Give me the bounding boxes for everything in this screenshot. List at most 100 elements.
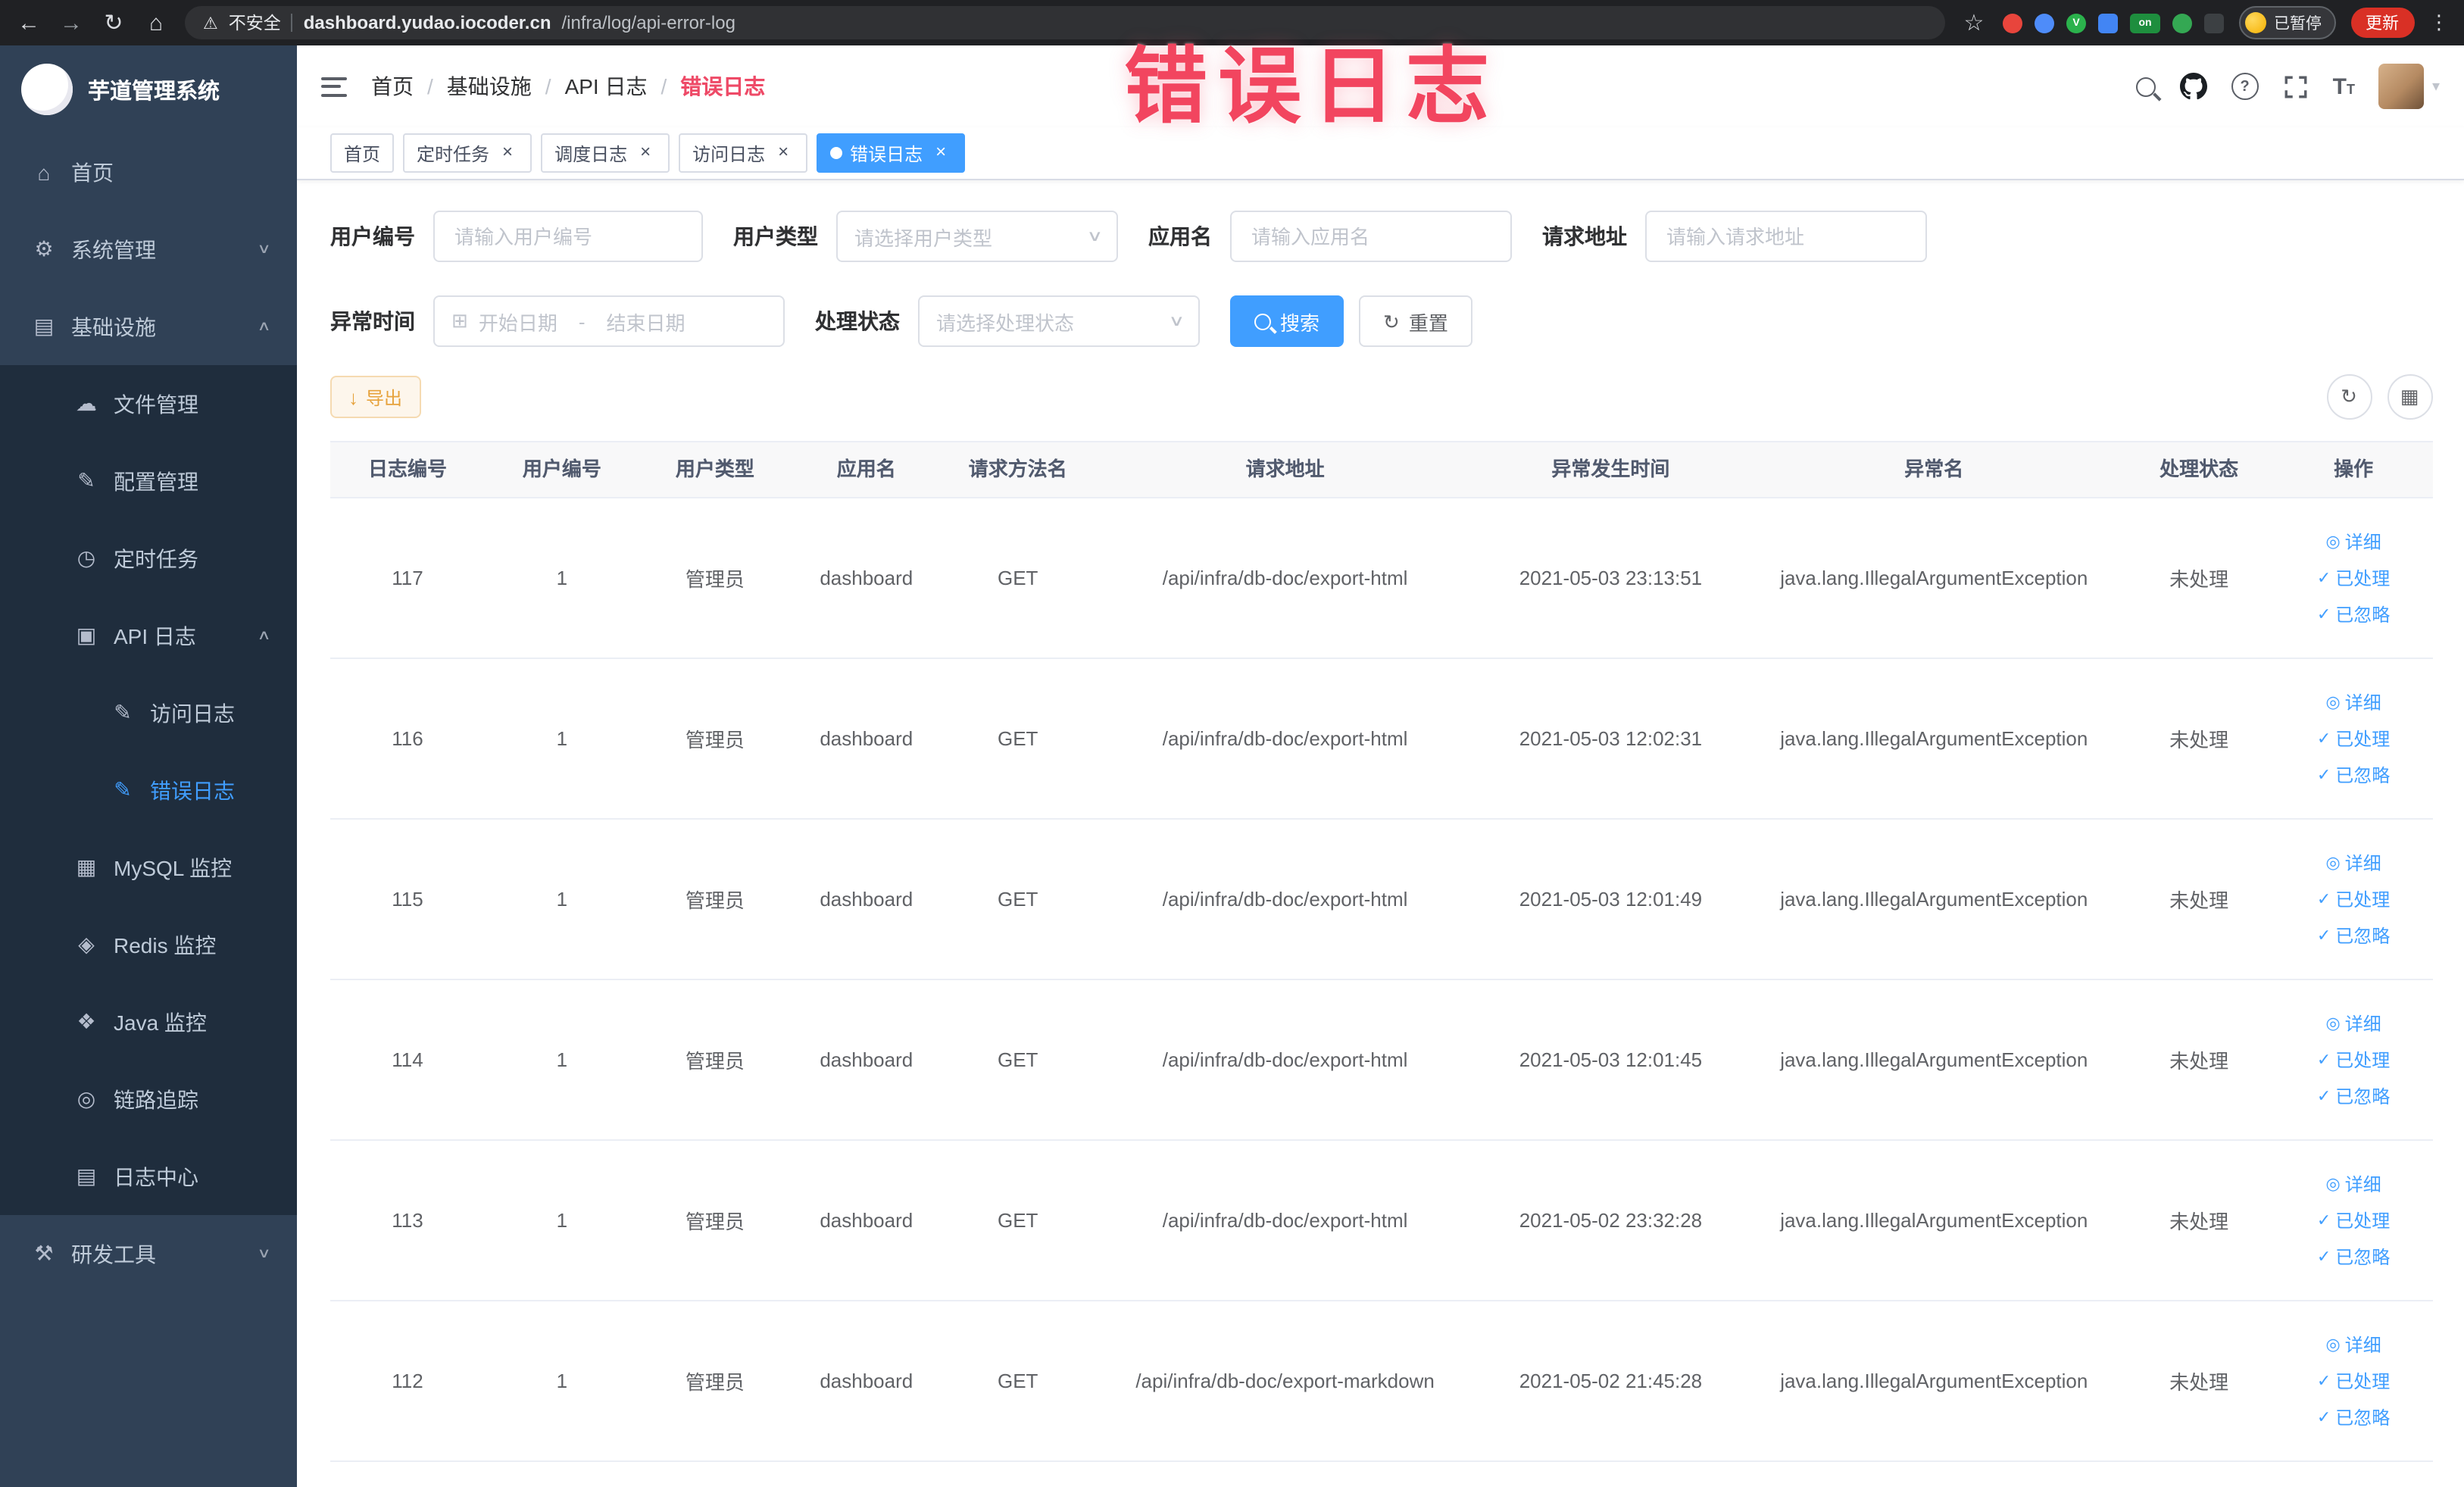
address-bar[interactable]: ⚠ 不安全 dashboard.yudao.iocoder.cn/infra/l… <box>185 6 1945 39</box>
profile-paused-badge[interactable]: 已暂停 <box>2239 6 2335 39</box>
breadcrumb-item[interactable]: 首页 <box>371 71 414 102</box>
action-processed[interactable]: ✓ 已处理 <box>2317 1043 2390 1076</box>
sidebar-item-scheduled-job[interactable]: ◷ 定时任务 <box>0 520 297 597</box>
forward-icon[interactable]: → <box>58 11 85 34</box>
date-range-picker[interactable]: ⊞ 开始日期 - 结束日期 <box>433 295 785 347</box>
fullscreen-icon[interactable] <box>2283 73 2309 99</box>
column-settings-button[interactable]: ▦ <box>2387 374 2432 420</box>
ext-puzzle-icon[interactable] <box>2204 13 2224 33</box>
tab-label: 定时任务 <box>417 143 490 164</box>
action-detail[interactable]: ◎ 详细 <box>2325 525 2381 558</box>
sidebar-item-label: 研发工具 <box>71 1242 156 1266</box>
breadcrumb-item[interactable]: API 日志 <box>565 71 648 102</box>
font-size-icon[interactable]: TT <box>2333 73 2355 99</box>
ext-on-badge-icon[interactable]: on <box>2130 13 2160 33</box>
user-type-select[interactable]: 请选择用户类型 ∨ <box>836 211 1118 262</box>
sidebar-item-label: API 日志 <box>114 623 196 648</box>
action-ignored[interactable]: ✓ 已忽略 <box>2317 1401 2390 1434</box>
tab-调度日志[interactable]: 调度日志 × <box>541 133 670 173</box>
request-url-input[interactable] <box>1663 223 1909 249</box>
tab-active-dot <box>830 147 843 159</box>
sidebar-item-system-mgmt[interactable]: ⚙ 系统管理 ∨ <box>0 211 297 288</box>
action-ignored[interactable]: ✓ 已忽略 <box>2317 758 2390 792</box>
action-ignored[interactable]: ✓ 已忽略 <box>2317 1079 2390 1113</box>
cell: dashboard <box>820 727 913 750</box>
range-separator: - <box>578 310 586 333</box>
user-menu[interactable]: ▾ <box>2378 64 2440 109</box>
close-tab-icon[interactable]: × <box>497 142 518 164</box>
sidebar-item-log-center[interactable]: ▤ 日志中心 <box>0 1138 297 1215</box>
github-icon[interactable] <box>2179 73 2207 100</box>
sidebar-item-infrastructure[interactable]: ▤ 基础设施 ∧ <box>0 288 297 365</box>
app-name-input[interactable] <box>1248 223 1494 249</box>
ext-blue-drop-icon[interactable] <box>2035 13 2054 33</box>
help-icon[interactable]: ? <box>2231 73 2259 100</box>
hamburger-icon[interactable] <box>321 77 347 96</box>
sidebar-item-link-trace[interactable]: ◎ 链路追踪 <box>0 1061 297 1138</box>
action-detail[interactable]: ◎ 详细 <box>2325 1167 2381 1201</box>
action-ignored[interactable]: ✓ 已忽略 <box>2317 598 2390 631</box>
browser-menu-icon[interactable]: ⋮ <box>2429 11 2449 35</box>
action-ignored[interactable]: ✓ 已忽略 <box>2317 919 2390 952</box>
filter-label: 请求地址 <box>1542 224 1627 248</box>
action-processed[interactable]: ✓ 已处理 <box>2317 722 2390 755</box>
action-detail[interactable]: ◎ 详细 <box>2325 686 2381 719</box>
tab-访问日志[interactable]: 访问日志 × <box>679 133 808 173</box>
back-icon[interactable]: ← <box>15 11 42 34</box>
breadcrumb-item[interactable]: 基础设施 <box>447 71 532 102</box>
table-row: 114 1 管理员 dashboard GET/api/infra/db-doc/exp… <box>330 980 2432 1141</box>
ext-green-v-icon[interactable]: V <box>2066 13 2086 33</box>
search-button[interactable]: 搜索 <box>1230 295 1344 347</box>
cell: 2021-05-03 12:01:45 <box>1519 1048 1703 1071</box>
reset-button[interactable]: ↻ 重置 <box>1359 295 1472 347</box>
sidebar-item-access-log[interactable]: ✎ 访问日志 <box>0 674 297 751</box>
refresh-button[interactable]: ↻ <box>2326 374 2372 420</box>
action-detail[interactable]: ◎ 详细 <box>2325 846 2381 879</box>
action-processed[interactable]: ✓ 已处理 <box>2317 1204 2390 1237</box>
cell: 管理员 <box>685 1050 745 1073</box>
close-tab-icon[interactable]: × <box>773 142 794 164</box>
sidebar-item-java-monitor[interactable]: ❖ Java 监控 <box>0 983 297 1061</box>
bookmark-star-icon[interactable]: ☆ <box>1960 11 1988 34</box>
action-processed[interactable]: ✓ 已处理 <box>2317 883 2390 916</box>
top-navbar: 首页 / 基础设施 / API 日志 / 错误日志 ? TT ▾ <box>297 45 2464 127</box>
action-detail[interactable]: ◎ 详细 <box>2325 1328 2381 1361</box>
sidebar-item-api-log[interactable]: ▣ API 日志 ∧ <box>0 597 297 674</box>
action-detail[interactable]: ◎ 详细 <box>2325 1007 2381 1040</box>
export-button[interactable]: ↓ 导出 <box>330 376 421 418</box>
action-processed[interactable]: ✓ 已处理 <box>2317 1364 2390 1398</box>
tab-首页[interactable]: 首页 <box>330 133 395 173</box>
sidebar-item-dev-tools[interactable]: ⚒ 研发工具 ∨ <box>0 1215 297 1292</box>
browser-update-button[interactable]: 更新 <box>2350 8 2414 38</box>
user-id-field[interactable] <box>433 211 703 262</box>
app-logo[interactable]: 芋道管理系统 <box>0 45 297 133</box>
sidebar-item-config-mgmt[interactable]: ✎ 配置管理 <box>0 442 297 520</box>
filter-row-1: 用户编号 用户类型 请选择用户类型 ∨ 应用名 请求地址 <box>330 211 2464 262</box>
sidebar-item-error-log[interactable]: ✎ 错误日志 <box>0 751 297 829</box>
sidebar-item-home[interactable]: ⌂ 首页 <box>0 133 297 211</box>
security-label[interactable]: 不安全 <box>229 11 281 35</box>
tab-错误日志[interactable]: 错误日志 × <box>817 133 966 173</box>
sidebar-item-file-mgmt[interactable]: ☁ 文件管理 <box>0 365 297 442</box>
reload-icon[interactable]: ↻ <box>100 11 127 34</box>
action-processed[interactable]: ✓ 已处理 <box>2317 561 2390 595</box>
browser-home-icon[interactable]: ⌂ <box>142 11 170 34</box>
process-status-select[interactable]: 请选择处理状态 ∨ <box>918 295 1200 347</box>
cell: 1 <box>556 567 568 589</box>
tab-定时任务[interactable]: 定时任务 × <box>403 133 532 173</box>
sidebar-item-redis-monitor[interactable]: ◈ Redis 监控 <box>0 906 297 983</box>
close-tab-icon[interactable]: × <box>930 142 951 164</box>
sidebar-item-mysql-monitor[interactable]: ▦ MySQL 监控 <box>0 829 297 906</box>
ext-blue-grid-icon[interactable] <box>2098 13 2118 33</box>
ext-green-leaf-icon[interactable] <box>2172 13 2192 33</box>
ext-red-icon[interactable] <box>2003 13 2022 33</box>
action-ignored[interactable]: ✓ 已忽略 <box>2317 1240 2390 1273</box>
check-icon: ✓ <box>2316 1248 2331 1267</box>
view-icon: ◎ <box>2325 533 2341 551</box>
user-id-input[interactable] <box>451 223 685 249</box>
request-url-field[interactable] <box>1645 211 1927 262</box>
check-icon: ✓ <box>2316 1051 2331 1070</box>
app-name-field[interactable] <box>1230 211 1512 262</box>
search-icon[interactable] <box>2135 77 2156 96</box>
close-tab-icon[interactable]: × <box>635 142 656 164</box>
